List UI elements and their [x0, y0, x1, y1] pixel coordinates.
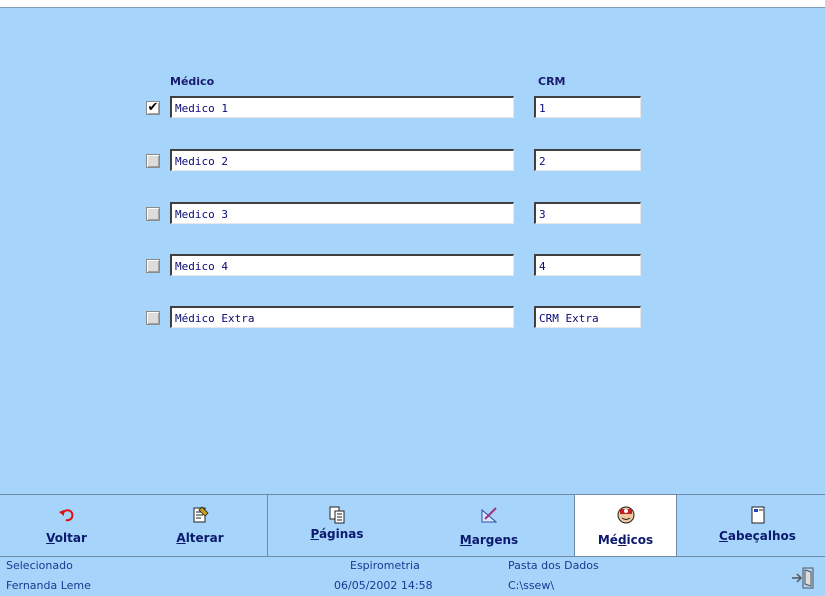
doctor-4-name-field[interactable]: Medico 4 [170, 254, 514, 276]
status-module: Espirometria [350, 559, 420, 572]
status-folder-path: C:\ssew\ [508, 579, 555, 592]
status-datetime: 06/05/2002 14:58 [334, 579, 433, 592]
doctor-2-crm-field[interactable]: 2 [534, 149, 641, 171]
voltar-button[interactable]: Voltar [0, 495, 133, 557]
doctor-3-crm-field[interactable]: 3 [534, 202, 641, 224]
doctor-row-4: Medico 4 4 [0, 254, 825, 276]
doctor-2-checkbox[interactable] [146, 154, 160, 168]
bottom-toolbar: Voltar Alterar Páginas Margens Médicos C… [0, 494, 825, 557]
edit-doc-icon [190, 505, 210, 525]
doctor-extra-checkbox[interactable] [146, 311, 160, 325]
alterar-label: Alterar [176, 531, 224, 545]
column-header-medico: Médico [170, 75, 215, 88]
status-selecionado: Selecionado [6, 559, 73, 572]
pages-icon [327, 505, 347, 525]
doctor-row-extra: Médico Extra CRM Extra [0, 306, 825, 328]
exit-icon[interactable] [790, 566, 816, 590]
status-folder-label: Pasta dos Dados [508, 559, 599, 572]
paginas-label: Páginas [310, 527, 364, 541]
doctor-row-1: ✔ Medico 1 1 [0, 96, 825, 118]
alterar-button[interactable]: Alterar [133, 495, 267, 557]
margins-icon [479, 505, 499, 525]
doctor-3-checkbox[interactable] [146, 207, 160, 221]
doctor-extra-name-field[interactable]: Médico Extra [170, 306, 514, 328]
header-icon [748, 505, 768, 525]
voltar-label: Voltar [46, 531, 87, 545]
column-header-crm: CRM [538, 75, 566, 88]
doctor-row-2: Medico 2 2 [0, 149, 825, 171]
medicos-label: Médicos [597, 533, 654, 547]
doctor-row-3: Medico 3 3 [0, 202, 825, 224]
cabecalhos-button[interactable]: Cabeçalhos [690, 495, 825, 557]
doctor-1-name-field[interactable]: Medico 1 [170, 96, 514, 118]
window-top-edge [0, 0, 825, 8]
margens-button[interactable]: Margens [407, 495, 571, 557]
doctor-icon [616, 505, 636, 525]
undo-icon [57, 505, 77, 525]
doctor-4-checkbox[interactable] [146, 259, 160, 273]
doctor-2-name-field[interactable]: Medico 2 [170, 149, 514, 171]
margens-label: Margens [459, 533, 519, 547]
doctor-1-checkbox[interactable]: ✔ [146, 101, 160, 115]
doctor-extra-crm-field[interactable]: CRM Extra [534, 306, 641, 328]
status-user: Fernanda Leme [6, 579, 91, 592]
status-bar: Selecionado Fernanda Leme Espirometria 0… [0, 556, 825, 596]
medicos-button[interactable]: Médicos [574, 495, 677, 557]
doctor-1-crm-field[interactable]: 1 [534, 96, 641, 118]
doctor-4-crm-field[interactable]: 4 [534, 254, 641, 276]
paginas-button[interactable]: Páginas [267, 495, 407, 557]
doctor-3-name-field[interactable]: Medico 3 [170, 202, 514, 224]
cabecalhos-label: Cabeçalhos [719, 529, 796, 543]
